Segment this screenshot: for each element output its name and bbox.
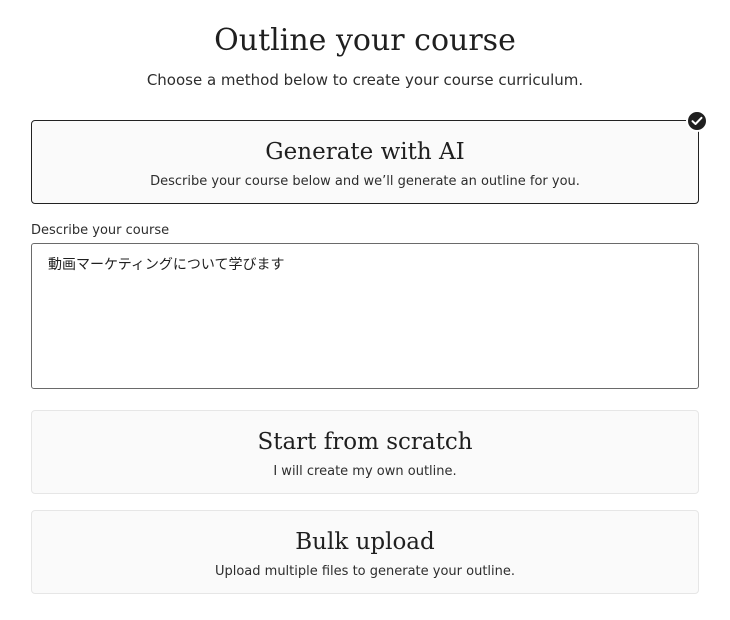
option-title: Generate with AI <box>265 139 465 165</box>
option-description: Upload multiple files to generate your o… <box>214 564 516 579</box>
checkmark-circle-icon <box>686 110 708 132</box>
option-title: Start from scratch <box>257 429 473 455</box>
describe-course-label: Describe your course <box>31 223 170 238</box>
option-title: Bulk upload <box>295 529 435 555</box>
page-title: Outline your course <box>214 23 516 58</box>
option-description: I will create my own outline. <box>273 464 457 479</box>
option-description: Describe your course below and we’ll gen… <box>150 174 580 189</box>
describe-course-field[interactable]: 動画マーケティングについて学びます <box>31 243 699 389</box>
option-card-bulk-upload[interactable]: Bulk upload Upload multiple files to gen… <box>31 510 699 594</box>
page-subtitle: Choose a method below to create your cou… <box>146 71 584 89</box>
option-card-start-from-scratch[interactable]: Start from scratch I will create my own … <box>31 410 699 494</box>
option-card-generate-with-ai[interactable]: Generate with AI Describe your course be… <box>31 120 699 204</box>
